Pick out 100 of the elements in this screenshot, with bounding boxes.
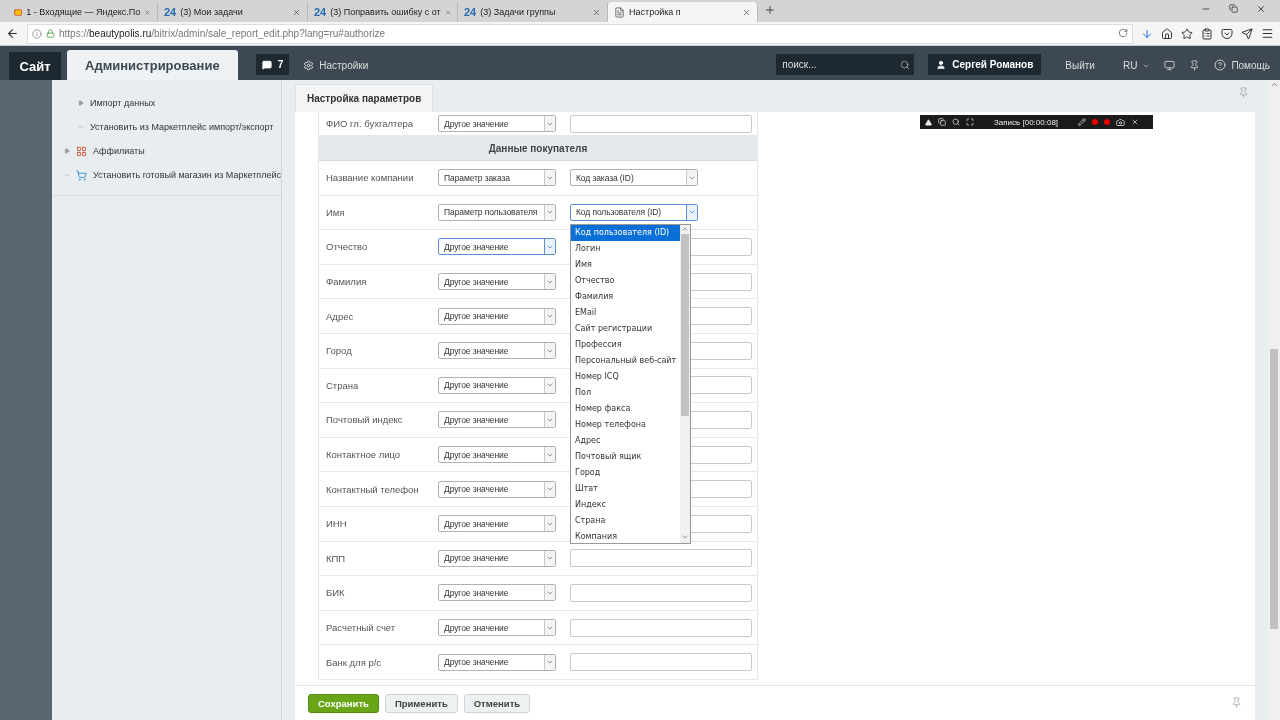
send-icon[interactable] <box>1241 27 1253 40</box>
select-field[interactable]: Другое значение <box>438 238 556 256</box>
close-icon[interactable] <box>1256 4 1266 14</box>
back-icon[interactable] <box>6 27 19 40</box>
sidebar-item[interactable]: Установить из Маркетплейс импорт/экспорт <box>90 122 274 132</box>
camera-icon[interactable] <box>1116 117 1126 127</box>
select-field[interactable]: Код пользователя (ID) <box>570 203 698 221</box>
field-label: Контактное лицо <box>326 449 402 461</box>
expand-arrow-icon[interactable] <box>78 100 84 106</box>
select-field[interactable]: Параметр заказа <box>438 169 556 187</box>
form-button[interactable]: Отменить <box>463 693 531 713</box>
browser-tab[interactable]: Настройка п <box>608 2 758 22</box>
field-label: КПП <box>326 552 347 564</box>
field-label: ФИО гл. бухгалтера <box>326 118 415 129</box>
field-label: Адрес <box>326 310 355 322</box>
input-field[interactable] <box>570 549 752 568</box>
field-label: БИК <box>326 587 346 599</box>
site-button[interactable]: Сайт <box>9 52 61 80</box>
user-button[interactable]: Сергей Романов <box>928 54 1042 75</box>
select-field[interactable]: Другое значение <box>438 307 556 325</box>
input-field[interactable] <box>570 653 752 672</box>
search-input[interactable]: поиск... <box>780 58 901 71</box>
caret-icon[interactable] <box>546 243 554 251</box>
copy-icon[interactable] <box>938 118 946 126</box>
reload-icon[interactable] <box>1118 27 1128 38</box>
panel-tab[interactable]: Настройка параметров <box>295 84 434 112</box>
record-dot-icon[interactable] <box>1104 119 1111 125</box>
pencil-icon[interactable] <box>1078 118 1087 126</box>
close-icon[interactable] <box>742 7 751 17</box>
close-icon[interactable] <box>1131 118 1140 126</box>
help-link[interactable]: Помощь <box>1231 59 1270 71</box>
notifications-button[interactable]: 7 <box>255 54 290 75</box>
scroll-thumb[interactable] <box>681 233 689 416</box>
user-icon <box>936 59 947 70</box>
search-icon[interactable] <box>952 118 960 126</box>
pocket-icon[interactable] <box>1221 27 1233 40</box>
settings-link[interactable]: Настройки <box>319 60 369 71</box>
page-icon <box>614 6 625 18</box>
settings-icon[interactable] <box>303 60 315 71</box>
input-field[interactable] <box>570 583 752 602</box>
expand-arrow-icon[interactable] <box>64 148 70 154</box>
pin-icon[interactable] <box>1189 60 1201 71</box>
input-field[interactable] <box>570 618 752 637</box>
language-selector[interactable]: RU <box>1122 60 1138 71</box>
select-field[interactable]: Параметр пользователя <box>438 203 556 221</box>
scroll-thumb[interactable] <box>1270 349 1278 629</box>
field-label: ИНН <box>326 518 348 530</box>
field-label: Почтовый индекс <box>326 414 404 426</box>
home-icon[interactable] <box>1161 27 1173 40</box>
form-button[interactable]: Применить <box>384 693 458 713</box>
sidebar-item[interactable]: Установить готовый магазин из Маркетплейс <box>92 170 281 180</box>
close-icon[interactable] <box>592 7 601 17</box>
star-icon[interactable] <box>1181 27 1193 40</box>
select-field[interactable]: Другое значение <box>438 411 556 429</box>
select-field[interactable]: Другое значение <box>438 619 556 636</box>
new-tab-icon[interactable] <box>764 4 776 16</box>
sidebar-item[interactable]: Импорт данных <box>90 98 156 108</box>
recording-timer: Запись [00:00:08] <box>994 117 1059 127</box>
reader-icon[interactable] <box>1201 27 1213 40</box>
search-icon[interactable] <box>900 59 911 70</box>
address-field[interactable]: https://beautypolis.ru/bitrix/admin/sale_report_edit.php?lang=ru#authorize <box>27 23 1133 44</box>
select-field[interactable]: Другое значение <box>438 515 556 533</box>
select-field[interactable]: Другое значение <box>438 446 556 464</box>
monitor-icon[interactable] <box>1164 60 1176 71</box>
select-field[interactable]: Другое значение <box>438 342 556 360</box>
select-field[interactable]: Другое значение <box>438 480 556 498</box>
field-label: Фамилия <box>326 276 368 288</box>
select-field[interactable]: Другое значение <box>438 584 556 602</box>
dropdown-option[interactable]: Код пользователя (ID) <box>571 224 680 241</box>
restore-icon[interactable] <box>1229 4 1238 13</box>
frame-icon[interactable] <box>966 118 974 126</box>
select-field[interactable]: Другое значение <box>438 115 556 132</box>
envelope-icon <box>14 6 23 18</box>
download-icon[interactable] <box>1141 27 1153 40</box>
close-icon[interactable] <box>292 7 301 17</box>
lock-icon[interactable] <box>46 29 55 38</box>
record-dot-icon[interactable] <box>1092 119 1099 125</box>
select-field[interactable]: Другое значение <box>438 376 556 394</box>
field-label: Расчетный счет <box>326 622 397 633</box>
message-icon <box>261 59 272 70</box>
field-label: Город <box>326 345 353 357</box>
menu-icon[interactable] <box>1261 27 1274 40</box>
input-field[interactable] <box>570 114 752 133</box>
select-field[interactable]: Другое значение <box>438 653 556 671</box>
search-field[interactable]: поиск... <box>776 54 915 75</box>
select-field[interactable]: Код заказа (ID) <box>570 169 698 187</box>
admin-tab[interactable]: Администрирование <box>67 50 238 80</box>
pin-icon[interactable] <box>1231 697 1242 708</box>
field-label: Отчество <box>326 241 369 253</box>
sidebar-item[interactable]: Аффилиаты <box>93 146 145 156</box>
field-label: Банк для р/с <box>326 656 383 668</box>
scroll-up-icon[interactable] <box>1269 80 1279 89</box>
help-icon[interactable] <box>1214 59 1227 71</box>
select-field[interactable]: Другое значение <box>438 273 556 291</box>
field-label: Страна <box>326 379 360 391</box>
field-label: Имя <box>326 206 346 218</box>
logout-link[interactable]: Выйти <box>1065 60 1095 71</box>
triangle-icon[interactable] <box>925 118 932 126</box>
select-field[interactable]: Другое значение <box>438 549 556 567</box>
info-icon[interactable] <box>32 28 42 39</box>
